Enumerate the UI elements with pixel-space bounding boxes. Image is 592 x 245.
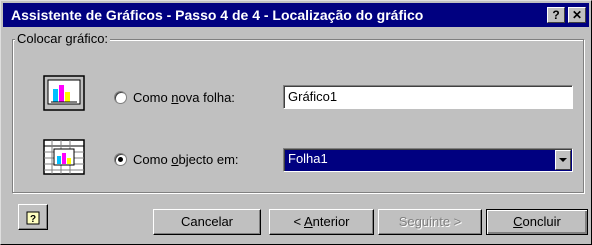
chevron-down-icon[interactable] <box>555 150 571 170</box>
cancel-button[interactable]: Cancelar <box>153 209 261 235</box>
help-title-button[interactable]: ? <box>547 7 565 23</box>
title-bar[interactable]: Assistente de Gráficos - Passo 4 de 4 - … <box>3 3 589 27</box>
close-button[interactable]: ✕ <box>568 7 586 23</box>
radio-new-sheet-label: Como nova folha: <box>133 90 235 105</box>
window-title: Assistente de Gráficos - Passo 4 de 4 - … <box>11 7 424 23</box>
radio-as-object[interactable]: Como objecto em: <box>114 152 239 167</box>
radio-new-sheet[interactable]: Como nova folha: <box>114 90 235 105</box>
chart-sheet-icon <box>43 75 85 111</box>
chart-object-icon <box>43 139 85 175</box>
help-button[interactable]: ? <box>18 204 48 230</box>
new-sheet-name-input[interactable]: Gráfico1 <box>283 85 573 109</box>
next-button[interactable]: Seguinte > <box>378 209 482 235</box>
sheet-select-value: Folha1 <box>288 151 328 166</box>
sheet-select-dropdown[interactable]: Folha1 <box>283 148 573 172</box>
radio-new-sheet-button[interactable] <box>114 91 127 104</box>
svg-text:?: ? <box>30 214 36 225</box>
back-button[interactable]: < Anterior <box>269 209 374 235</box>
group-label: Colocar gráfico: <box>15 31 111 46</box>
finish-button[interactable]: Concluir <box>486 209 588 235</box>
radio-as-object-label: Como objecto em: <box>133 152 239 167</box>
radio-as-object-button[interactable] <box>114 153 127 166</box>
help-question-icon: ? <box>26 211 40 225</box>
chart-wizard-dialog: Assistente de Gráficos - Passo 4 de 4 - … <box>0 0 592 245</box>
